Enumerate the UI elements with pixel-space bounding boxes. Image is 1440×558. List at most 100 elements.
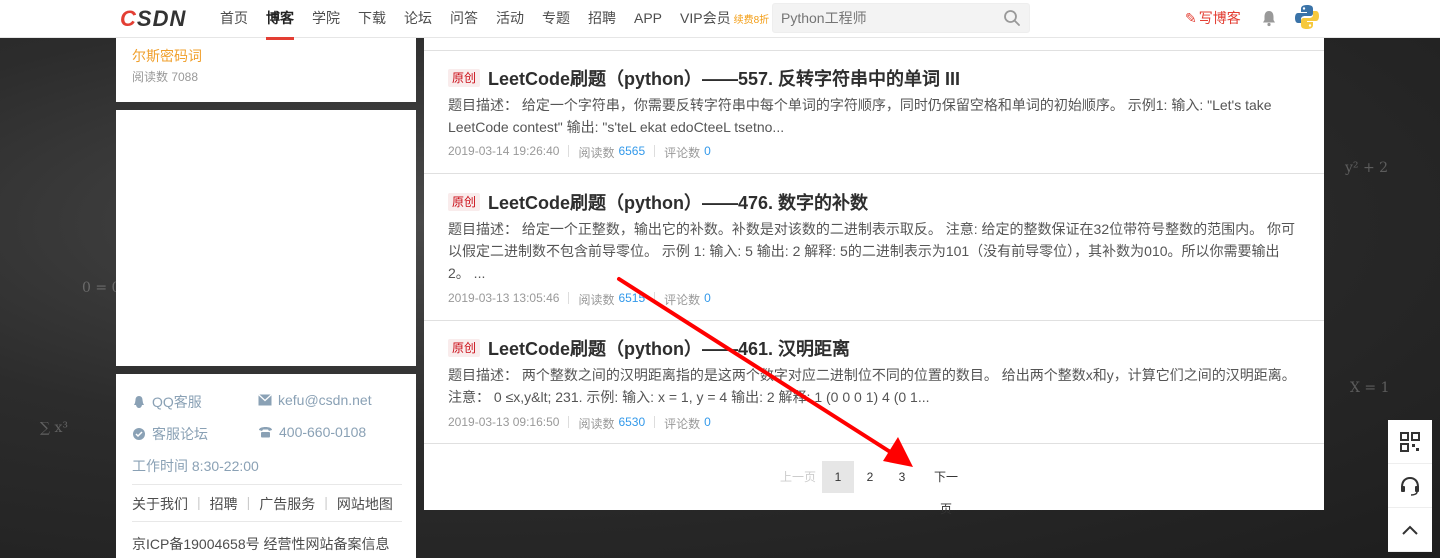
chalk-doodle: 0 = 0 [82, 280, 121, 296]
article-meta: 2019-03-13 13:05:46 阅读数 6515 评论数 0 [448, 291, 711, 308]
search-box [772, 3, 1030, 33]
article-title[interactable]: LeetCode刷题（python）——461. 汉明距离 [488, 335, 850, 361]
chalk-doodle: X = 1 [1350, 380, 1390, 396]
ad-services-link[interactable]: 广告服务 [259, 494, 315, 514]
email-link[interactable]: kefu@csdn.net [258, 392, 372, 408]
nav-blog[interactable]: 博客 [266, 0, 294, 40]
meta-separator [568, 416, 570, 428]
nav-home[interactable]: 首页 [220, 0, 248, 38]
nav-topics[interactable]: 专题 [542, 0, 570, 38]
nav-forum[interactable]: 论坛 [404, 0, 432, 38]
meta-separator [654, 416, 656, 428]
article-date: 2019-03-14 19:26:40 [448, 144, 560, 158]
article-summary[interactable]: 题目描述： 两个整数之间的汉明距离指的是这两个数字对应二进制位不同的位置的数目。… [448, 364, 1300, 408]
qr-code-button[interactable] [1388, 420, 1432, 464]
write-blog-label: 写博客 [1198, 10, 1241, 26]
divider [132, 484, 402, 485]
customer-service-button[interactable] [1388, 464, 1432, 508]
nav-jobs[interactable]: 招聘 [588, 0, 616, 38]
search-icon[interactable] [1003, 9, 1021, 27]
article-meta: 2019-03-14 19:26:40 阅读数 6565 评论数 0 [448, 144, 711, 161]
hot-article-card: 尔斯密码词 阅读数 7088 [116, 38, 416, 102]
chalk-doodle: y² + 2 [1345, 160, 1389, 176]
article-date: 2019-03-13 13:05:46 [448, 291, 560, 305]
page-1-button[interactable]: 1 [822, 461, 854, 493]
ad-card [116, 110, 416, 366]
original-badge: 原创 [448, 339, 481, 357]
chevron-up-icon [1402, 525, 1418, 535]
email-label: kefu@csdn.net [278, 392, 372, 408]
floating-toolbar [1388, 420, 1432, 552]
qq-support-link[interactable]: QQ客服 [132, 392, 202, 412]
article-meta: 2019-03-13 09:16:50 阅读数 6530 评论数 0 [448, 415, 711, 432]
comments-count[interactable]: 0 [704, 144, 711, 161]
article-summary[interactable]: 题目描述： 给定一个正整数，输出它的补数。补数是对该数的二进制表示取反。 注意:… [448, 218, 1300, 284]
comments-label: 评论数 [664, 293, 701, 307]
write-blog-button[interactable]: ✎ 写博客 [1185, 8, 1241, 28]
logo-letter-c: C [120, 6, 137, 31]
reads-count: 6530 [618, 415, 646, 429]
hot-article-reads: 阅读数 7088 [132, 70, 199, 84]
original-badge: 原创 [448, 193, 481, 211]
article-item: 原创 LeetCode刷题（python）——461. 汉明距离 题目描述： 两… [424, 321, 1324, 444]
csdn-logo[interactable]: CSDN [120, 6, 186, 32]
reads-label: 阅读数 [578, 146, 615, 160]
phone-number: 400-660-0108 [258, 424, 366, 440]
forum-icon [133, 428, 145, 440]
comments-count[interactable]: 0 [704, 415, 711, 432]
reads-count: 6565 [618, 144, 646, 158]
nav-vip[interactable]: VIP会员 续费8折 [680, 0, 769, 38]
search-input[interactable] [781, 4, 996, 32]
icp-license[interactable]: 京ICP备19004658号 经营性网站备案信息 [132, 534, 390, 554]
article-header: 原创 LeetCode刷题（python）——461. 汉明距离 [448, 335, 850, 361]
hot-article-title[interactable]: 尔斯密码词 [132, 46, 202, 66]
support-forum-link[interactable]: 客服论坛 [132, 424, 208, 444]
work-hours: 工作时间 8:30-22:00 [132, 458, 259, 474]
user-avatar[interactable] [1293, 3, 1321, 31]
article-list: 原创 LeetCode刷题（python）——557. 反转字符串中的单词 II… [424, 38, 1324, 516]
article-header: 原创 LeetCode刷题（python）——557. 反转字符串中的单词 II… [448, 65, 960, 91]
article-title[interactable]: LeetCode刷题（python）——476. 数字的补数 [488, 189, 868, 215]
article-item: 原创 LeetCode刷题（python）——476. 数字的补数 题目描述： … [424, 175, 1324, 321]
main-nav: 首页 博客 学院 下载 论坛 问答 活动 专题 招聘 APP VIP会员 续费8折 [220, 0, 787, 40]
next-page-button[interactable]: 下一页 [930, 461, 962, 516]
article-title[interactable]: LeetCode刷题（python）——557. 反转字符串中的单词 III [488, 65, 960, 91]
divider [132, 521, 402, 522]
bell-icon[interactable] [1260, 9, 1278, 27]
support-forum-label: 客服论坛 [152, 426, 208, 442]
nav-events[interactable]: 活动 [496, 0, 524, 38]
meta-separator [654, 145, 656, 157]
phone-icon [259, 427, 272, 438]
top-navbar: CSDN 首页 博客 学院 下载 论坛 问答 活动 专题 招聘 APP VIP会… [0, 0, 1440, 40]
back-to-top-button[interactable] [1388, 508, 1432, 552]
page-2-button[interactable]: 2 [854, 461, 886, 493]
nav-app[interactable]: APP [634, 0, 662, 38]
about-us-link[interactable]: 关于我们 [132, 494, 188, 514]
prev-page-button: 上一页 [779, 470, 816, 484]
pagination: 上一页 1 2 3 下一页 [774, 461, 962, 516]
article-summary[interactable]: 题目描述： 给定一个字符串，你需要反转字符串中每个单词的字符顺序，同时仍保留空格… [448, 94, 1300, 138]
sitemap-link[interactable]: 网站地图 [337, 494, 393, 514]
reads-count: 6515 [618, 291, 646, 305]
nav-academy[interactable]: 学院 [312, 0, 340, 38]
meta-separator [568, 292, 570, 304]
qr-code-icon [1400, 431, 1420, 452]
article-item: 原创 LeetCode刷题（python）——557. 反转字符串中的单词 II… [424, 51, 1324, 174]
nav-download[interactable]: 下载 [358, 0, 386, 38]
original-badge: 原创 [448, 69, 481, 87]
link-separator: | [197, 494, 201, 510]
contact-card: QQ客服 kefu@csdn.net 客服论坛 400-660-0108 工作时… [116, 374, 416, 558]
article-date: 2019-03-13 09:16:50 [448, 415, 560, 429]
article-header: 原创 LeetCode刷题（python）——476. 数字的补数 [448, 189, 868, 215]
meta-separator [654, 292, 656, 304]
jobs-link[interactable]: 招聘 [210, 494, 238, 514]
link-separator: | [324, 494, 328, 510]
footer-links: 关于我们 | 招聘 | 广告服务 | 网站地图 [132, 494, 393, 514]
comments-count[interactable]: 0 [704, 291, 711, 308]
nav-qa[interactable]: 问答 [450, 0, 478, 38]
qq-icon [134, 396, 144, 408]
comments-label: 评论数 [664, 417, 701, 431]
comments-label: 评论数 [664, 146, 701, 160]
vip-promo-badge: 续费8折 [733, 15, 770, 26]
page-3-button[interactable]: 3 [886, 461, 918, 493]
